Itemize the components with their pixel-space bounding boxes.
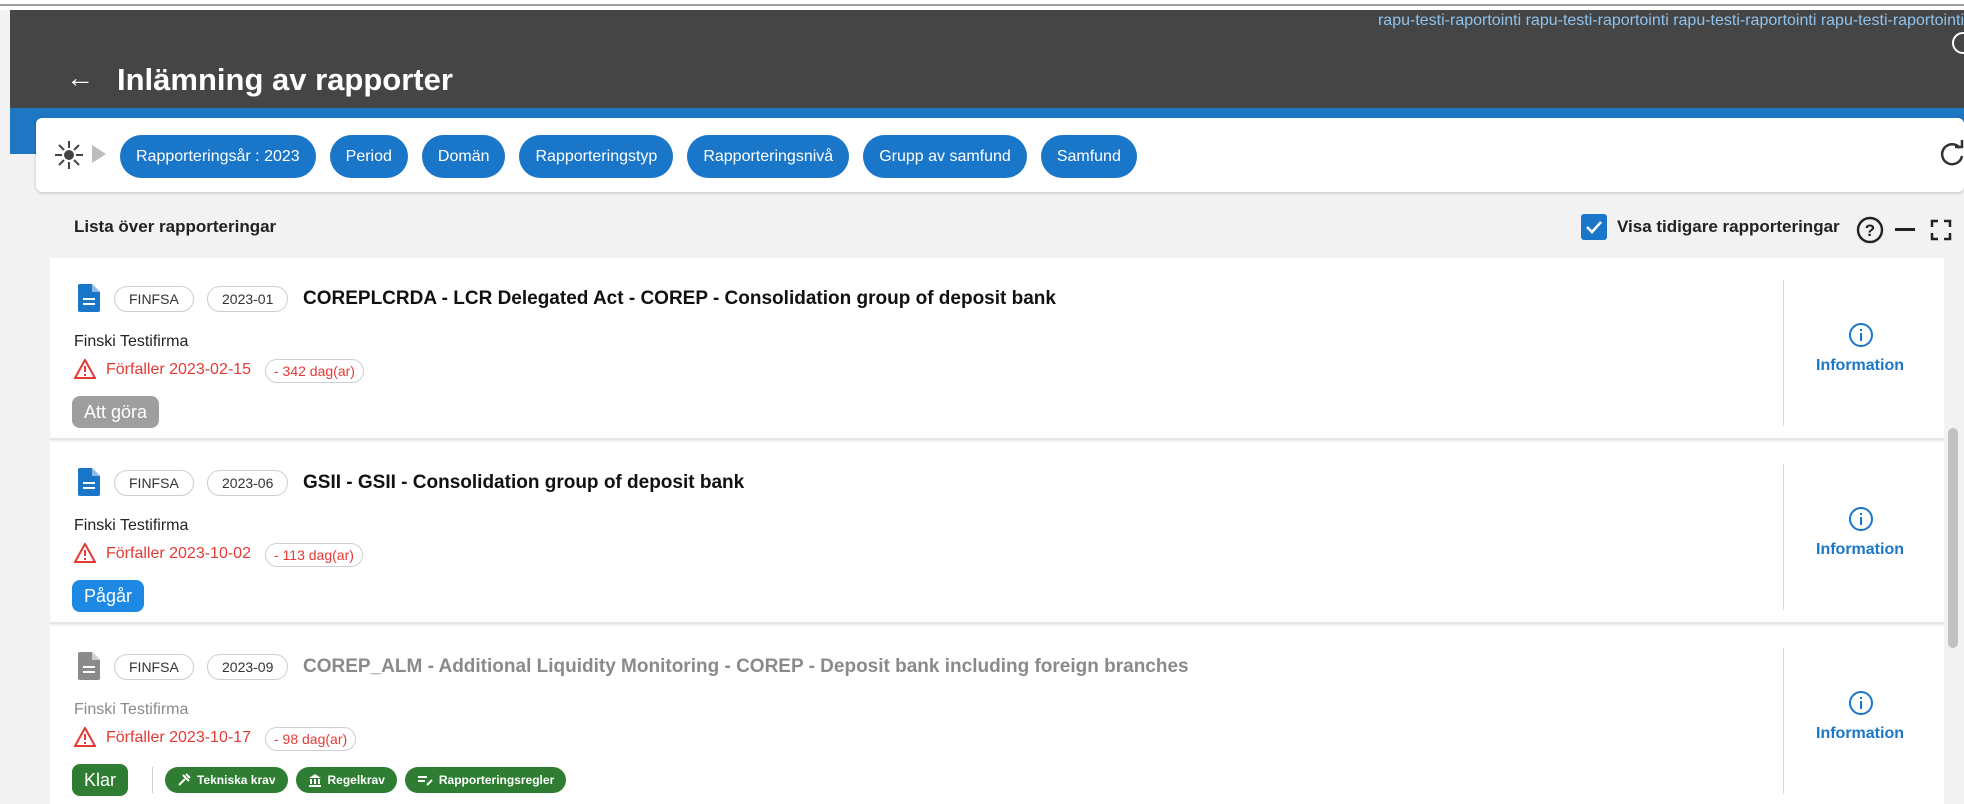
bank-icon: [308, 774, 321, 787]
app-header: rapu-testi-raportointi rapu-testi-raport…: [10, 10, 1964, 108]
window-top-line: [0, 0, 1964, 10]
show-previous-label[interactable]: Visa tidigare rapporteringar: [1617, 217, 1840, 237]
warning-icon: [74, 727, 96, 747]
report-title[interactable]: COREP_ALM - Additional Liquidity Monitor…: [303, 656, 1189, 678]
info-icon[interactable]: [1848, 506, 1874, 532]
row-divider: [1783, 648, 1784, 794]
status-badge: Att göra: [72, 396, 160, 428]
help-icon[interactable]: ?: [1856, 216, 1884, 244]
info-icon[interactable]: [1848, 322, 1874, 348]
document-icon: [78, 652, 100, 680]
filter-chip-domain[interactable]: Domän: [421, 135, 506, 178]
page-title: Inlämning av rapporter: [117, 62, 453, 97]
filter-chip-reporting-year[interactable]: Rapporteringsår : 2023: [120, 135, 316, 178]
refresh-icon[interactable]: [1936, 138, 1964, 170]
days-overdue-badge: - 342 dag(ar): [265, 359, 364, 383]
company-name: Finski Testifirma: [74, 333, 189, 350]
company-name: Finski Testifirma: [74, 701, 189, 718]
row-divider: [1783, 464, 1784, 610]
scrollbar-thumb[interactable]: [1948, 428, 1958, 648]
report-list: FINFSA 2023-01 COREPLCRDA - LCR Delegate…: [50, 258, 1944, 804]
regulatory-requirements-label: Regelkrav: [327, 773, 385, 787]
report-row[interactable]: FINFSA 2023-01 COREPLCRDA - LCR Delegate…: [50, 258, 1944, 440]
authority-tag: FINFSA: [114, 286, 194, 312]
filter-chip-entity[interactable]: Samfund: [1040, 135, 1137, 178]
document-icon: [78, 468, 100, 496]
report-row[interactable]: FINFSA 2023-06 GSII - GSII - Consolidati…: [50, 442, 1944, 624]
report-title[interactable]: GSII - GSII - Consolidation group of dep…: [303, 472, 744, 494]
period-tag: 2023-06: [207, 470, 289, 496]
row-divider: [1783, 280, 1784, 426]
warning-icon: [74, 359, 96, 379]
list-scrollbar[interactable]: [1946, 258, 1960, 804]
days-overdue-badge: - 98 dag(ar): [265, 727, 357, 751]
user-name[interactable]: rapu-testi-raportointi rapu-testi-raport…: [1378, 12, 1964, 30]
period-tag: 2023-01: [207, 286, 289, 312]
chip-separator: [152, 767, 153, 793]
authority-tag: FINFSA: [114, 470, 194, 496]
rules-icon: [417, 776, 433, 786]
filter-chip-entity-group[interactable]: Grupp av samfund: [863, 135, 1027, 178]
status-badge: Pågår: [72, 580, 145, 612]
back-arrow-icon[interactable]: ←: [66, 64, 94, 92]
tools-icon: [178, 773, 191, 786]
filter-chips: Rapporteringsår : 2023 Period Domän Rapp…: [120, 135, 1137, 178]
regulatory-requirements-chip[interactable]: Regelkrav: [295, 767, 397, 793]
status-badge: Klar: [72, 764, 129, 796]
info-icon[interactable]: [1848, 690, 1874, 716]
days-overdue-badge: - 113 dag(ar): [265, 543, 363, 567]
user-menu-icon[interactable]: [1952, 32, 1964, 54]
reporting-rules-label: Rapporteringsregler: [438, 773, 555, 787]
show-previous-checkbox[interactable]: [1581, 214, 1607, 240]
authority-tag: FINFSA: [114, 654, 194, 680]
due-date: Förfaller 2023-02-15: [106, 361, 251, 378]
requirement-chips: Tekniska krav Regelkrav Rapporteringsreg…: [152, 767, 567, 793]
due-date: Förfaller 2023-10-17: [106, 729, 251, 746]
svg-text:?: ?: [1865, 221, 1875, 240]
list-title: Lista över rapporteringar: [74, 217, 277, 236]
filter-bar: Rapporteringsår : 2023 Period Domän Rapp…: [36, 118, 1964, 192]
period-tag: 2023-09: [207, 654, 289, 680]
information-link[interactable]: Information: [1816, 541, 1904, 559]
report-row[interactable]: FINFSA 2023-09 COREP_ALM - Additional Li…: [50, 626, 1944, 804]
due-date: Förfaller 2023-10-02: [106, 545, 251, 562]
reporting-rules-chip[interactable]: Rapporteringsregler: [404, 767, 567, 793]
warning-icon: [74, 543, 96, 563]
fullscreen-icon[interactable]: [1930, 219, 1952, 241]
company-name: Finski Testifirma: [74, 517, 189, 534]
technical-requirements-label: Tekniska krav: [197, 773, 276, 787]
minimize-icon[interactable]: [1895, 228, 1915, 231]
filter-chip-reporting-level[interactable]: Rapporteringsnivå: [687, 135, 850, 178]
check-icon: [1586, 221, 1602, 234]
information-link[interactable]: Information: [1816, 725, 1904, 743]
filter-settings-icon[interactable]: [52, 138, 86, 172]
filter-chip-reporting-type[interactable]: Rapporteringstyp: [519, 135, 674, 178]
technical-requirements-chip[interactable]: Tekniska krav: [165, 767, 288, 793]
filter-chip-period[interactable]: Period: [329, 135, 408, 178]
information-link[interactable]: Information: [1816, 357, 1904, 375]
document-icon: [78, 284, 100, 312]
report-title[interactable]: COREPLCRDA - LCR Delegated Act - COREP -…: [303, 288, 1056, 310]
play-icon[interactable]: [92, 145, 106, 163]
